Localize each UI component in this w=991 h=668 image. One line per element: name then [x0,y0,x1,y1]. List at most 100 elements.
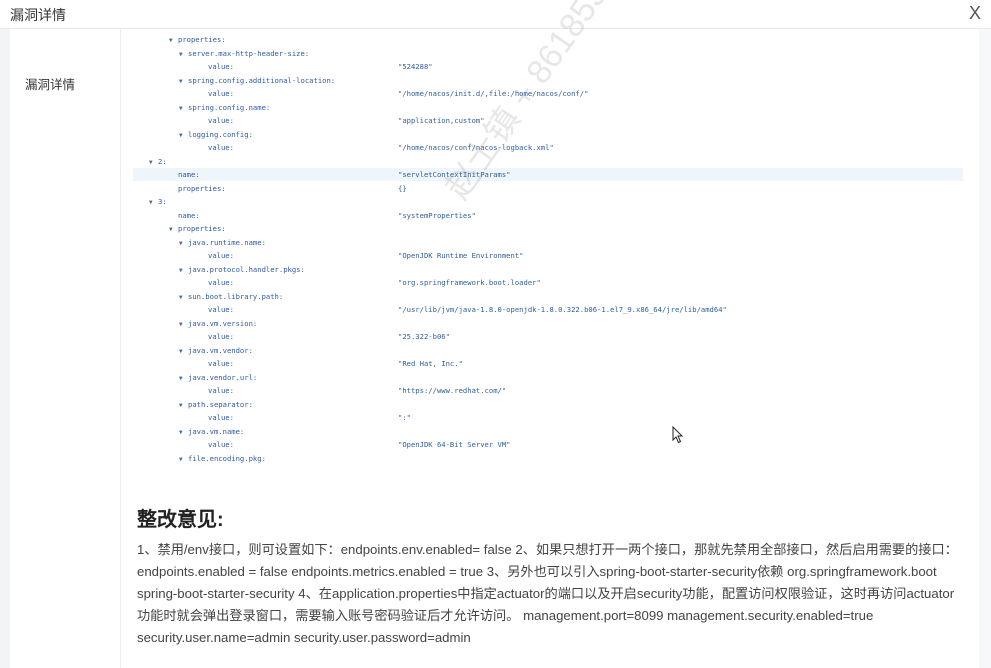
tree-key-group: ▼ properties: [169,33,226,47]
tree-row[interactable]: value: ":" [133,411,963,424]
expand-toggle-icon[interactable]: ▼ [179,264,188,277]
expand-toggle-icon[interactable]: ▼ [149,196,158,209]
tree-key: server.max-http-header-size: [188,48,310,58]
tree-row[interactable]: value: "OpenJDK Runtime Environment" [133,249,963,262]
tree-row[interactable]: ▼ java.protocol.handler.pkgs: [133,263,963,276]
tree-row[interactable]: ▼ java.vm.vendor: [133,344,963,357]
tree-row[interactable]: ▼ spring.config.additional-location: [133,74,963,87]
expand-toggle-icon[interactable]: ▼ [169,223,178,236]
tree-row[interactable]: ▼ path.separator: [133,398,963,411]
tree-key: value: [208,251,234,260]
tree-value: "https://www.redhat.com/" [398,386,507,395]
expand-toggle-icon[interactable]: ▼ [179,75,188,88]
tree-key: logging.config: [188,129,253,139]
tree-key: value: [208,359,234,368]
tree-row[interactable]: value: "/usr/lib/jvm/java-1.8.0-openjdk-1… [133,303,963,316]
tree-key-group: value: [199,384,234,397]
tree-key-group: ▼ sun.boot.library.path: [179,290,283,304]
expand-toggle-icon[interactable]: ▼ [179,291,188,304]
tree-key: java.vm.version: [188,318,258,328]
tree-value: "/home/nacos/conf/nacos-logback.xml" [398,143,554,152]
tree-key-group: value: [199,330,234,343]
tree-row[interactable]: value: "/home/nacos/init.d/,file:/home/na… [133,87,963,100]
left-gutter [0,29,10,668]
tree-row[interactable]: ▼ java.vm.version: [133,317,963,330]
detail-content[interactable]: ▼ properties: ▼ server.max-http-header-size… [121,0,979,668]
tree-key: value: [208,143,234,152]
expand-toggle-icon[interactable]: ▼ [169,34,178,47]
expand-toggle-icon[interactable]: ▼ [179,345,188,358]
tree-key: file.encoding.pkg: [188,453,266,463]
tree-value: "systemProperties" [398,210,476,220]
expand-toggle-icon[interactable]: ▼ [179,102,188,115]
tree-row[interactable]: name: "systemProperties" [133,209,963,222]
tree-key: java.vm.vendor: [188,345,253,355]
tree-row[interactable]: value: "application,custom" [133,114,963,127]
tree-value: "application,custom" [398,116,485,125]
tree-row[interactable]: ▼ spring.config.name: [133,101,963,114]
tree-row[interactable]: value: "org.springframework.boot.loader" [133,276,963,289]
advice-text: 1、禁用/env接口，则可设置如下：endpoints.env.enabled=… [137,542,958,645]
expand-toggle-icon[interactable]: ▼ [149,156,158,169]
expand-toggle-icon[interactable]: ▼ [179,399,188,412]
tree-key-group: ▼ java.vm.name: [179,425,244,439]
tree-value: "25.322-b06" [398,332,450,341]
tree-value: "/home/nacos/init.d/,file:/home/nacos/co… [398,89,589,98]
tree-key-group: ▼ java.runtime.name: [179,236,266,250]
tree-key-group: value: [199,87,234,100]
tree-key-group: value: [199,114,234,127]
tree-key-group: value: [199,438,234,451]
json-tree-viewer[interactable]: ▼ properties: ▼ server.max-http-header-size… [133,33,963,481]
tree-key-group: value: [199,276,234,289]
tree-row[interactable]: ▼ logging.config: [133,128,963,141]
tree-key: name: [178,170,200,179]
tree-key-group: ▼ 3: [149,195,167,209]
expand-toggle-icon[interactable]: ▼ [179,453,188,466]
tree-key: java.runtime.name: [188,237,266,247]
tree-key: java.protocol.handler.pkgs: [188,264,305,274]
tree-row[interactable]: ▼ file.encoding.pkg: [133,452,963,465]
expand-toggle-icon[interactable]: ▼ [179,318,188,331]
tree-row[interactable]: value: "524288" [133,60,963,73]
tree-key: value: [208,386,234,395]
expand-toggle-icon[interactable]: ▼ [179,48,188,61]
expand-toggle-icon[interactable]: ▼ [179,129,188,142]
expand-toggle-icon[interactable]: ▼ [179,237,188,250]
tree-row[interactable]: ▼ java.runtime.name: [133,236,963,249]
tree-value: "OpenJDK 64-Bit Server VM" [398,440,511,449]
tree-row[interactable]: value: "/home/nacos/conf/nacos-logback.xm… [133,141,963,154]
tree-key: path.separator: [188,399,253,409]
tree-key-group: ▼ server.max-http-header-size: [179,47,309,61]
tree-row[interactable]: value: "OpenJDK 64-Bit Server VM" [133,438,963,451]
tree-row[interactable]: ▼ properties: [133,33,963,46]
tree-row[interactable]: ▼ java.vm.name: [133,425,963,438]
tree-key-group: ▼ java.vm.vendor: [179,344,253,358]
tree-key: java.vm.name: [188,426,245,436]
expand-toggle-icon[interactable]: ▼ [179,426,188,439]
close-icon[interactable]: X [969,2,981,24]
tree-row[interactable]: ▼ 3: [133,195,963,208]
tree-key: value: [208,305,234,314]
tree-row[interactable]: ▼ properties: [133,222,963,235]
tree-key-group: ▼ spring.config.additional-location: [179,74,335,88]
tree-key: value: [208,332,234,341]
tree-row[interactable]: ▼ 2: [133,155,963,168]
tree-row[interactable]: ▼ server.max-http-header-size: [133,47,963,60]
tree-key-group: ▼ java.protocol.handler.pkgs: [179,263,305,277]
tree-key-group: properties: [169,182,226,195]
tree-key-group: ▼ spring.config.name: [179,101,270,115]
tree-key: 3: [158,197,167,206]
tree-row[interactable]: value: "https://www.redhat.com/" [133,384,963,397]
tree-key-group: ▼ java.vm.version: [179,317,257,331]
tree-row[interactable]: name: "servletContextInitParams" [133,168,963,181]
tree-key: value: [208,278,234,287]
tree-value: "servletContextInitParams" [398,170,511,179]
expand-toggle-icon[interactable]: ▼ [179,372,188,385]
tree-key: properties: [178,183,226,193]
section-label: 漏洞详情 [25,78,76,92]
tree-row[interactable]: value: "25.322-b06" [133,330,963,343]
tree-row[interactable]: properties: {} [133,182,963,195]
tree-row[interactable]: ▼ sun.boot.library.path: [133,290,963,303]
tree-row[interactable]: value: "Red Hat, Inc." [133,357,963,370]
tree-row[interactable]: ▼ java.vendor.url: [133,371,963,384]
